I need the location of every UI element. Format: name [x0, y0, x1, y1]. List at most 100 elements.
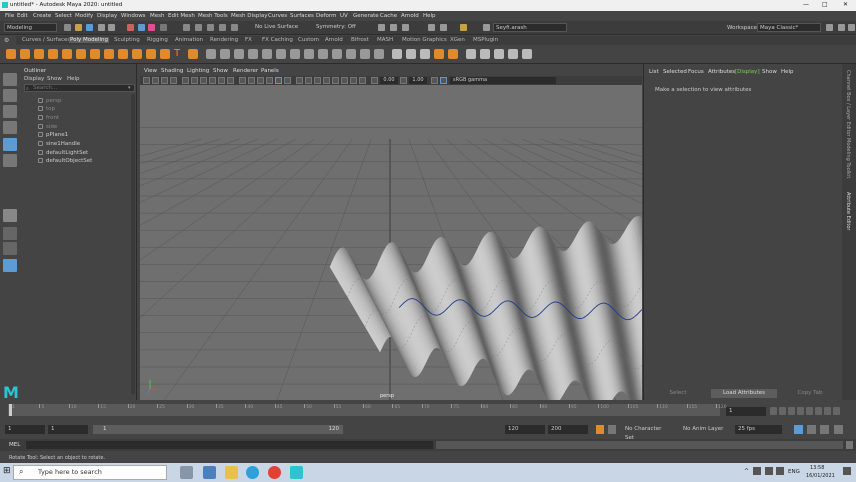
key-settings-icon[interactable]	[608, 425, 616, 434]
gate-mask-icon[interactable]	[209, 77, 216, 84]
camera-attributes-icon[interactable]	[152, 77, 159, 84]
menu-surfaces[interactable]: Surfaces	[290, 13, 314, 19]
audio-icon[interactable]	[807, 425, 816, 434]
poly-cube-icon[interactable]	[20, 49, 30, 59]
poly-helix-icon[interactable]	[146, 49, 156, 59]
battery-icon[interactable]	[776, 467, 784, 475]
play-forwards-icon[interactable]	[806, 407, 813, 415]
tab-attribute-editor[interactable]: Attribute Editor	[845, 192, 851, 230]
ghosting-icon[interactable]	[820, 425, 829, 434]
menu-modify[interactable]: Modify	[75, 13, 93, 19]
ae-menu-show[interactable]: Show	[762, 69, 777, 75]
ae-copy-tab-button[interactable]: Copy Tab	[777, 389, 843, 398]
outliner-item-pplane1[interactable]: pPlane1	[38, 132, 68, 138]
outliner-item-defaultobjectset[interactable]: defaultObjectSet	[38, 158, 92, 164]
smooth-shade-icon[interactable]	[248, 77, 255, 84]
file-explorer-icon[interactable]	[225, 466, 238, 479]
merge-icon[interactable]	[332, 49, 342, 59]
ae-select-button[interactable]: Select	[645, 389, 711, 398]
freeze-transform-icon[interactable]	[508, 49, 518, 59]
outliner-search-input[interactable]: Search...	[24, 84, 135, 92]
outliner-item-front[interactable]: front	[38, 115, 59, 121]
loop-icon[interactable]	[794, 425, 803, 434]
maximize-icon[interactable]: □	[822, 1, 828, 8]
render-view-icon[interactable]	[440, 24, 447, 31]
play-backwards-icon[interactable]	[797, 407, 804, 415]
viewport-menu-view[interactable]: View	[144, 68, 157, 74]
outliner-item-persp[interactable]: persp	[38, 98, 62, 104]
step-back-frame-icon[interactable]	[788, 407, 795, 415]
menu-mesh-display[interactable]: Mesh Display	[231, 13, 268, 19]
task-view-icon[interactable]	[180, 466, 193, 479]
multi-cut-icon[interactable]	[360, 49, 370, 59]
tab-rigging[interactable]: Rigging	[146, 37, 169, 43]
animation-end-field[interactable]: 200	[548, 425, 588, 434]
playback-end-field[interactable]: 120	[505, 425, 545, 434]
delete-history-icon[interactable]	[480, 49, 490, 59]
four-view-layout-icon[interactable]	[3, 227, 17, 240]
menu-curves[interactable]: Curves	[268, 13, 287, 19]
chevron-down-icon[interactable]: ▾	[128, 85, 131, 91]
snap-view-icon[interactable]	[219, 24, 226, 31]
connect-icon[interactable]	[392, 49, 402, 59]
store-icon[interactable]	[203, 466, 216, 479]
tab-modeling-toolkit[interactable]: Modeling Toolkit	[845, 138, 851, 178]
outliner-menu-show[interactable]: Show	[47, 76, 62, 82]
outliner-layout-icon[interactable]	[3, 259, 17, 272]
anim-layer-dropdown[interactable]: No Anim Layer	[680, 425, 730, 434]
combine-icon[interactable]	[206, 49, 216, 59]
rotate-tool-icon[interactable]	[3, 138, 17, 151]
move-tool-icon[interactable]	[3, 121, 17, 134]
ambient-occlusion-icon[interactable]	[296, 77, 303, 84]
offset-edge-loop-icon[interactable]	[420, 49, 430, 59]
ae-menu-attributes[interactable]: Attributes	[708, 69, 735, 75]
ae-load-attributes-button[interactable]: Load Attributes	[711, 389, 777, 398]
gamma-icon[interactable]	[400, 77, 407, 84]
xray-components-icon[interactable]	[359, 77, 366, 84]
scale-tool-icon[interactable]	[3, 154, 17, 167]
viewport-menu-lighting[interactable]: Lighting	[187, 68, 209, 74]
outliner-item-defaultlightset[interactable]: defaultLightSet	[38, 150, 88, 156]
reset-transform-icon[interactable]	[522, 49, 532, 59]
view-transform-icon[interactable]	[440, 77, 447, 84]
new-scene-icon[interactable]	[64, 24, 71, 31]
tab-custom[interactable]: Custom	[297, 37, 320, 43]
playback-start-field[interactable]: 1	[48, 425, 88, 434]
shadows-icon[interactable]	[284, 77, 291, 84]
select-camera-icon[interactable]	[143, 77, 150, 84]
colorspace-dropdown[interactable]: sRGB gamma	[450, 77, 556, 84]
poly-torus-icon[interactable]	[62, 49, 72, 59]
poly-sphere-icon[interactable]	[6, 49, 16, 59]
tab-motion-graphics[interactable]: Motion Graphics	[401, 37, 448, 43]
isolate-select-icon[interactable]	[332, 77, 339, 84]
super-shape-icon[interactable]	[160, 49, 170, 59]
maya-taskbar-icon[interactable]	[290, 466, 303, 479]
snap-grid-icon[interactable]	[183, 24, 190, 31]
mask-icon[interactable]	[160, 24, 167, 31]
character-set-dropdown[interactable]: No Character Set	[622, 425, 670, 441]
two-view-layout-icon[interactable]	[3, 242, 17, 255]
resolution-gate-icon[interactable]	[200, 77, 207, 84]
step-back-key-icon[interactable]	[779, 407, 786, 415]
outliner-menu-help[interactable]: Help	[67, 76, 80, 82]
show-modeling-toolkit-icon[interactable]	[826, 24, 833, 31]
step-forward-key-icon[interactable]	[824, 407, 831, 415]
ipr-render-icon[interactable]	[390, 24, 397, 31]
auto-key-icon[interactable]	[596, 425, 604, 434]
select-object-icon[interactable]	[138, 24, 145, 31]
poly-pipe-icon[interactable]	[132, 49, 142, 59]
tab-channel-box[interactable]: Channel Box / Layer Editor	[845, 70, 851, 137]
select-tool-icon[interactable]	[3, 73, 17, 86]
single-perspective-layout-icon[interactable]	[3, 209, 17, 222]
menu-help[interactable]: Help	[423, 13, 436, 19]
open-scene-icon[interactable]	[75, 24, 82, 31]
volume-icon[interactable]	[765, 467, 773, 475]
arnold-render-icon[interactable]	[460, 24, 467, 31]
viewport-menu-show[interactable]: Show	[213, 68, 228, 74]
viewport-panel[interactable]	[140, 67, 642, 400]
account-icon[interactable]	[483, 24, 490, 31]
render-frame-icon[interactable]	[378, 24, 385, 31]
menu-edit[interactable]: Edit	[17, 13, 28, 19]
ae-menu-focus[interactable]: Focus	[688, 69, 704, 75]
tab-bifrost[interactable]: Bifrost	[350, 37, 370, 43]
